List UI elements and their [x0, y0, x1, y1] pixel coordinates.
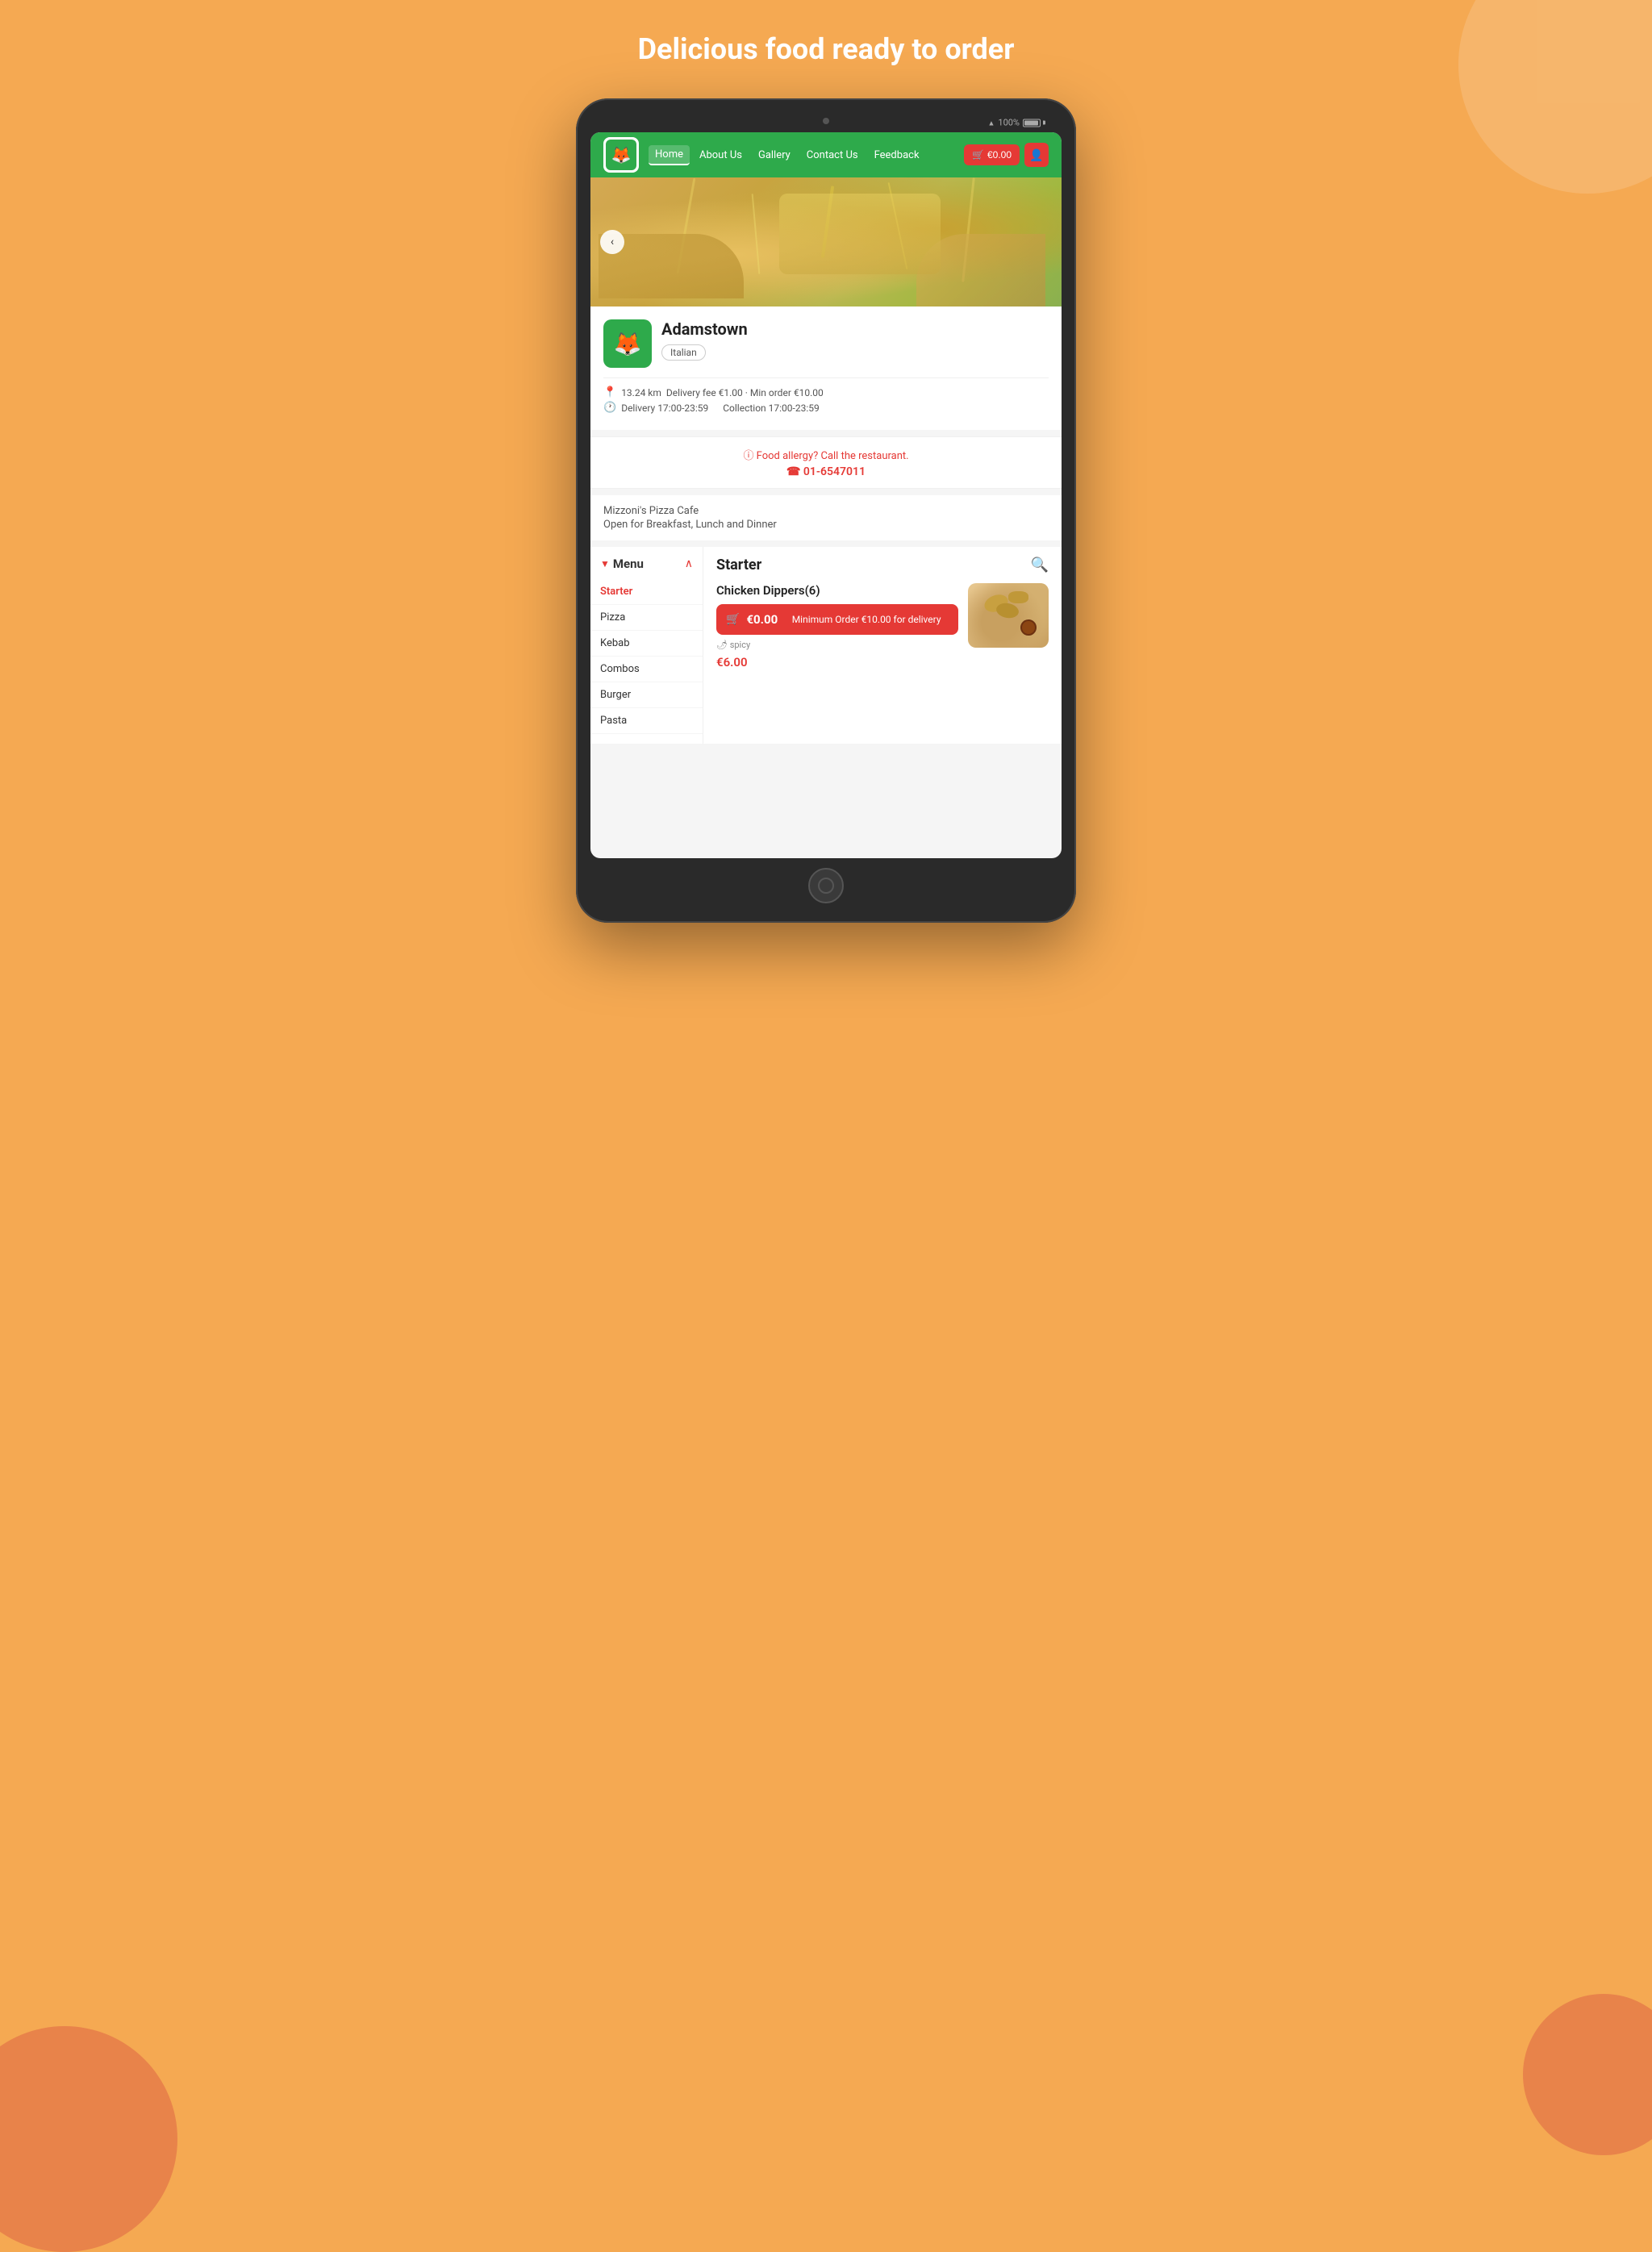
- tablet-screen: 🦊 Home About Us Gallery Contact Us Feedb…: [590, 132, 1062, 858]
- cafe-name: Mizzoni's Pizza Cafe: [603, 505, 1049, 517]
- back-icon: ‹: [611, 236, 614, 248]
- distance-text: 13.24 km: [621, 387, 661, 398]
- restaurant-meta: 📍 13.24 km Delivery fee €1.00 · Min orde…: [603, 377, 1049, 414]
- clock-icon: 🕐: [603, 402, 616, 414]
- location-icon: 📍: [603, 386, 616, 398]
- bg-decoration-top-right: [1458, 0, 1652, 194]
- tablet-bottom-bar: [590, 858, 1062, 908]
- menu-collapse-button[interactable]: ∧: [685, 557, 693, 570]
- cart-button[interactable]: 🛒 €0.00: [964, 144, 1020, 165]
- menu-label: ▼ Menu: [600, 557, 644, 571]
- app-logo[interactable]: 🦊: [603, 137, 639, 173]
- tablet-status-bar: 100%: [987, 118, 1045, 128]
- menu-item-pasta[interactable]: Pasta: [590, 708, 703, 734]
- menu-item-pizza[interactable]: Pizza: [590, 605, 703, 631]
- cart-bar-text: Minimum Order €10.00 for delivery: [784, 614, 949, 625]
- app-logo-inner: 🦊: [606, 140, 636, 170]
- tablet-home-button[interactable]: [808, 868, 844, 903]
- food-decoration: [590, 177, 1062, 307]
- menu-item-combos[interactable]: Combos: [590, 657, 703, 682]
- tablet-top-bar: 100%: [590, 113, 1062, 132]
- nav-link-home[interactable]: Home: [649, 145, 690, 165]
- cart-price: €0.00: [987, 149, 1012, 161]
- allergy-phone[interactable]: ☎ 01-6547011: [603, 465, 1049, 478]
- hero-image: ‹: [590, 177, 1062, 307]
- food-item: Chicken Dippers(6) 🛒 €0.00 Minimum Order…: [716, 583, 1049, 669]
- food-item-name: Chicken Dippers(6): [716, 583, 958, 598]
- allergy-text: ⓘ Food allergy? Call the restaurant.: [603, 447, 1049, 462]
- user-button[interactable]: 👤: [1024, 143, 1049, 167]
- menu-item-burger[interactable]: Burger: [590, 682, 703, 708]
- menu-item-kebab[interactable]: Kebab: [590, 631, 703, 657]
- food-item-image: [968, 583, 1049, 648]
- tablet-camera: [823, 118, 829, 124]
- nav-link-about[interactable]: About Us: [693, 146, 749, 165]
- restaurant-details: Adamstown Italian: [661, 319, 1049, 361]
- cafe-info: Mizzoni's Pizza Cafe Open for Breakfast,…: [590, 495, 1062, 540]
- food-item-image-inner: [968, 583, 1049, 648]
- cart-bar[interactable]: 🛒 €0.00 Minimum Order €10.00 for deliver…: [716, 604, 958, 635]
- menu-label-text: Menu: [613, 557, 644, 571]
- restaurant-logo-emoji: 🦊: [614, 331, 642, 357]
- cart-bar-icon: 🛒: [726, 613, 740, 626]
- cart-bar-price: €0.00: [746, 612, 778, 627]
- cafe-hours: Open for Breakfast, Lunch and Dinner: [603, 519, 1049, 531]
- bg-decoration-bottom-left: [0, 2026, 177, 2252]
- wifi-icon: [987, 118, 995, 128]
- menu-content-header: Starter 🔍: [716, 557, 1049, 573]
- restaurant-header: 🦊 Adamstown Italian: [603, 319, 1049, 368]
- app-navbar: 🦊 Home About Us Gallery Contact Us Feedb…: [590, 132, 1062, 177]
- menu-item-starter[interactable]: Starter: [590, 579, 703, 605]
- restaurant-name: Adamstown: [661, 319, 1049, 339]
- battery-icon: [1023, 119, 1041, 127]
- tablet-frame: 100% 🦊 Home About Us Gallery Contact Us …: [576, 98, 1076, 923]
- spicy-label: 🌶 spicy: [716, 640, 958, 650]
- restaurant-logo: 🦊: [603, 319, 652, 368]
- logo-emoji: 🦊: [611, 145, 632, 165]
- menu-section: ▼ Menu ∧ Starter Pizza Kebab Combos Burg…: [590, 547, 1062, 744]
- menu-sidebar: ▼ Menu ∧ Starter Pizza Kebab Combos Burg…: [590, 547, 703, 744]
- restaurant-tag: Italian: [661, 344, 706, 361]
- distance-row: 📍 13.24 km Delivery fee €1.00 · Min orde…: [603, 386, 1049, 398]
- collection-hours: Collection 17:00-23:59: [723, 402, 820, 414]
- nav-link-feedback[interactable]: Feedback: [868, 146, 926, 165]
- search-button[interactable]: 🔍: [1031, 557, 1049, 573]
- restaurant-info: 🦊 Adamstown Italian 📍 13.24 km Delivery …: [590, 307, 1062, 430]
- menu-content: Starter 🔍 Chicken Dippers(6) 🛒 €0.00 Min…: [703, 547, 1062, 744]
- back-button[interactable]: ‹: [600, 230, 624, 254]
- delivery-hours: Delivery 17:00-23:59: [621, 402, 708, 414]
- nav-links: Home About Us Gallery Contact Us Feedbac…: [649, 145, 954, 165]
- menu-category-title: Starter: [716, 557, 761, 573]
- page-title: Delicious food ready to order: [638, 32, 1015, 66]
- menu-header: ▼ Menu ∧: [590, 557, 703, 579]
- nav-link-gallery[interactable]: Gallery: [752, 146, 797, 165]
- battery-percent: 100%: [998, 118, 1020, 128]
- delivery-fee-text: Delivery fee €1.00 · Min order €10.00: [666, 387, 824, 398]
- menu-arrow-icon: ▼: [600, 558, 610, 569]
- bg-decoration-bottom-right: [1523, 1994, 1652, 2155]
- hours-row: 🕐 Delivery 17:00-23:59 Collection 17:00-…: [603, 402, 1049, 414]
- user-icon: 👤: [1029, 148, 1043, 162]
- battery-tip: [1043, 121, 1045, 125]
- hero-food-visual: [590, 177, 1062, 307]
- food-price: €6.00: [716, 655, 958, 669]
- nav-link-contact[interactable]: Contact Us: [800, 146, 865, 165]
- allergy-section: ⓘ Food allergy? Call the restaurant. ☎ 0…: [590, 436, 1062, 489]
- food-item-info: Chicken Dippers(6) 🛒 €0.00 Minimum Order…: [716, 583, 958, 669]
- tablet-home-button-inner: [818, 878, 834, 894]
- cart-icon: 🛒: [972, 149, 984, 161]
- nav-actions: 🛒 €0.00 👤: [964, 143, 1049, 167]
